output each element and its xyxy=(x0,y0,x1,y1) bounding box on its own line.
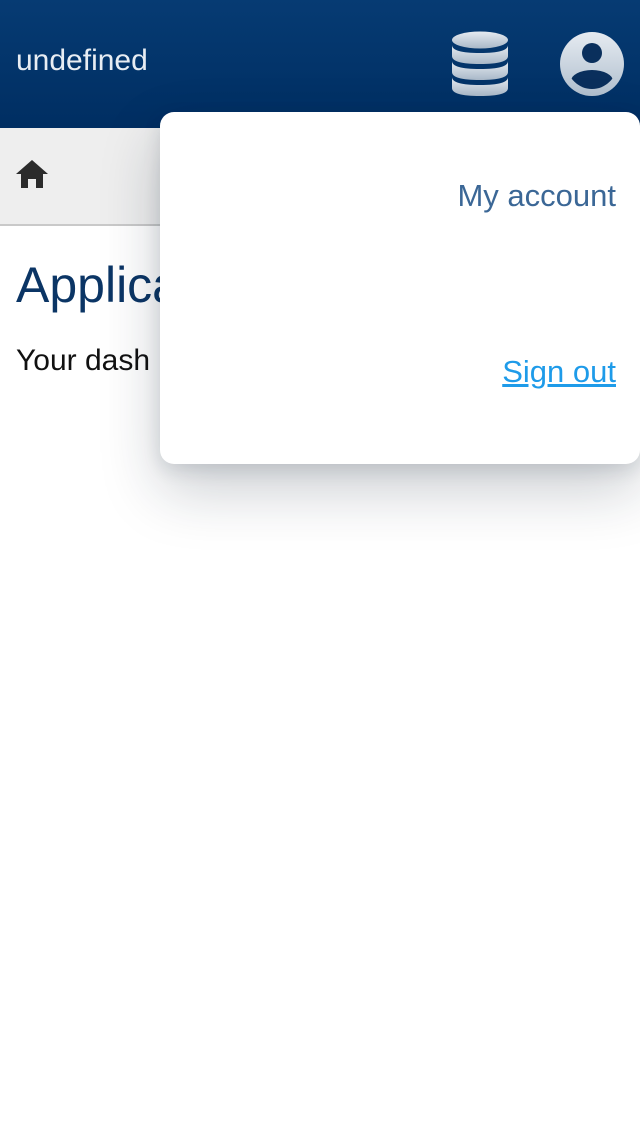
sign-out-link[interactable]: Sign out xyxy=(502,352,616,392)
my-account-link[interactable]: My account xyxy=(457,176,616,216)
app-header: undefined xyxy=(0,0,640,128)
app-root: undefined Applica Your dash My account S… xyxy=(0,0,640,1136)
account-button[interactable] xyxy=(558,30,626,98)
home-button[interactable] xyxy=(10,152,54,196)
database-icon xyxy=(452,31,508,96)
database-button[interactable] xyxy=(446,30,514,98)
app-title: undefined xyxy=(16,44,148,77)
home-icon xyxy=(16,160,48,188)
account-menu: My account Sign out xyxy=(160,112,640,464)
account-circle-icon xyxy=(560,32,624,96)
